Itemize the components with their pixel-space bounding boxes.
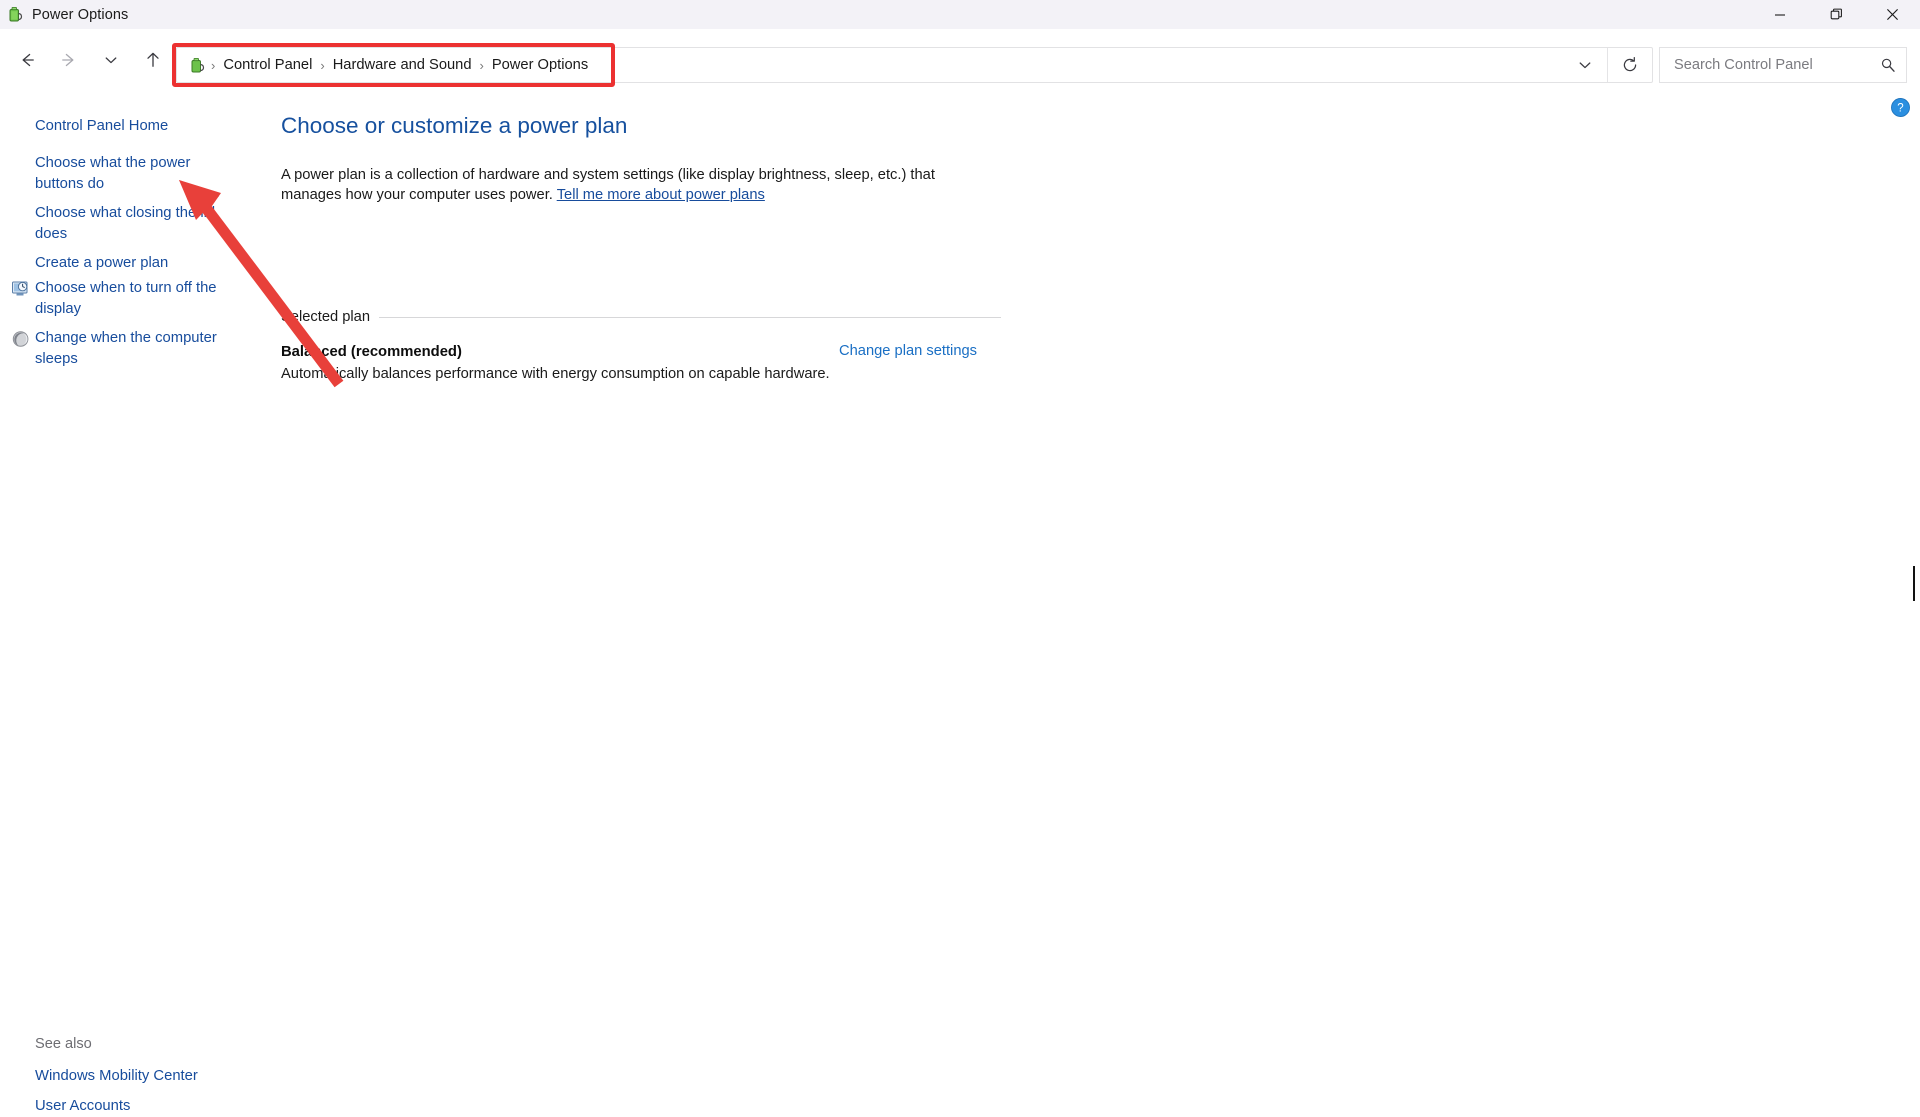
sidebar-item-computer-sleeps[interactable]: Change when the computer sleeps: [11, 328, 221, 369]
monitor-clock-icon: [11, 279, 31, 299]
recent-locations-chevron-down-icon[interactable]: [90, 39, 132, 81]
control-panel-battery-icon: [189, 57, 206, 74]
restore-icon[interactable]: [1808, 0, 1864, 29]
sidebar-item-control-panel-home[interactable]: Control Panel Home: [35, 116, 235, 137]
text-caret: [1913, 566, 1915, 601]
window-controls: [1752, 0, 1920, 29]
sidebar-item-label: Change when the computer sleeps: [35, 330, 217, 367]
minimize-icon[interactable]: [1752, 0, 1808, 29]
change-plan-settings-link[interactable]: Change plan settings: [839, 343, 977, 359]
selected-plan-group-header: Selected plan: [281, 309, 1001, 325]
back-arrow-icon[interactable]: [6, 39, 48, 81]
forward-arrow-icon[interactable]: [48, 39, 90, 81]
annotation-arrow: [179, 180, 344, 388]
sidebar-item-choose-closing-lid[interactable]: Choose what closing the lid does: [35, 203, 221, 244]
sidebar-item-label: Choose what the power buttons do: [35, 155, 191, 192]
sleep-moon-icon: [11, 329, 31, 349]
sidebar-item-label: Choose what closing the lid does: [35, 205, 216, 242]
help-label: ?: [1897, 103, 1903, 115]
tell-me-more-link[interactable]: Tell me more about power plans: [557, 187, 765, 203]
breadcrumb-item-control-panel[interactable]: Control Panel: [216, 54, 319, 76]
group-label: Selected plan: [281, 309, 371, 325]
intro-paragraph: A power plan is a collection of hardware…: [281, 165, 961, 206]
breadcrumb-item-power-options[interactable]: Power Options: [485, 54, 595, 76]
sidebar-item-label: Choose when to turn off the display: [35, 280, 217, 317]
window-title-bar: Power Options: [0, 0, 1920, 29]
address-chevron-down-icon[interactable]: [1563, 48, 1607, 82]
group-divider: [379, 316, 1001, 318]
see-also-heading: See also: [35, 1036, 92, 1052]
refresh-icon[interactable]: [1608, 48, 1652, 82]
address-bar[interactable]: › Control Panel › Hardware and Sound › P…: [176, 47, 1653, 83]
up-arrow-icon[interactable]: [132, 39, 174, 81]
help-button[interactable]: ?: [1891, 98, 1910, 117]
plan-description: Automatically balances performance with …: [281, 366, 830, 382]
search-icon[interactable]: [1880, 57, 1896, 73]
breadcrumb-item-hardware-and-sound[interactable]: Hardware and Sound: [326, 54, 479, 76]
sidebar-item-user-accounts[interactable]: User Accounts: [35, 1096, 130, 1117]
sidebar-item-choose-power-buttons[interactable]: Choose what the power buttons do: [35, 153, 221, 194]
sidebar-item-label: Create a power plan: [35, 255, 169, 271]
window-title: Power Options: [32, 6, 129, 23]
sidebar-item-turn-off-display[interactable]: Choose when to turn off the display: [11, 278, 221, 319]
sidebar-item-create-power-plan[interactable]: Create a power plan: [35, 253, 221, 274]
sidebar-item-windows-mobility-center[interactable]: Windows Mobility Center: [35, 1066, 198, 1087]
sidebar: Control Panel Home Choose what the power…: [0, 96, 276, 1114]
page-title: Choose or customize a power plan: [281, 113, 628, 138]
search-box[interactable]: [1659, 47, 1907, 83]
selected-plan-row: Balanced (recommended) Change plan setti…: [281, 343, 1001, 361]
close-icon[interactable]: [1864, 0, 1920, 29]
search-input[interactable]: [1672, 50, 1857, 80]
plan-name: Balanced (recommended): [281, 344, 462, 360]
battery-icon: [7, 6, 24, 23]
